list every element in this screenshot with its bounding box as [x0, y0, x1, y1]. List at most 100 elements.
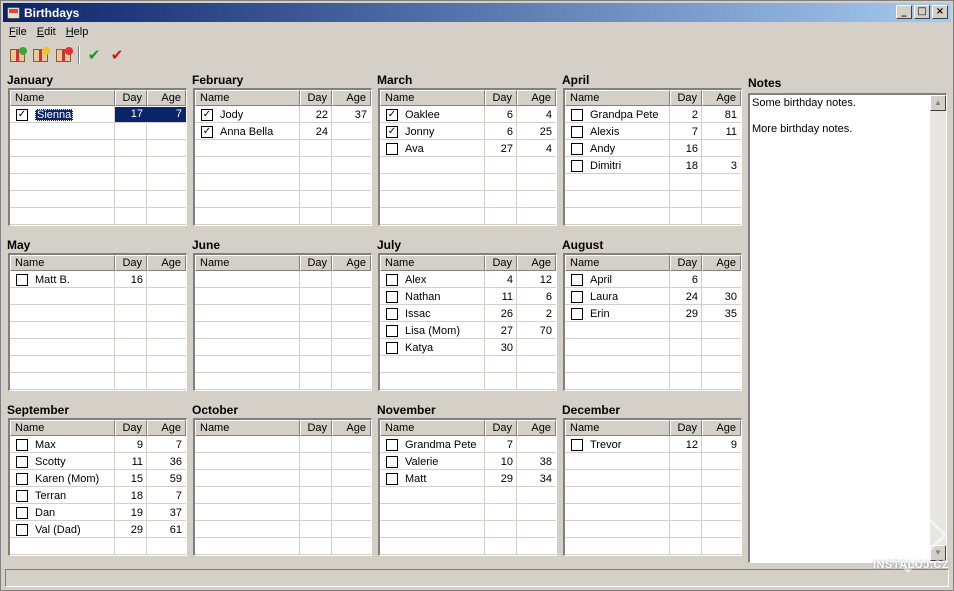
column-header-name[interactable]: Name	[195, 420, 300, 436]
greeting-sent-checkbox[interactable]	[386, 472, 398, 485]
list-item[interactable]: ✓ Sienna 17 7	[10, 106, 186, 123]
greeting-sent-checkbox[interactable]	[16, 489, 28, 502]
birthday-list[interactable]: Name Day Age	[193, 253, 372, 391]
column-header-age[interactable]: Age	[702, 255, 741, 271]
list-item[interactable]: Grandpa Pete 2 81	[565, 106, 741, 123]
birthday-list[interactable]: Name Day Age	[193, 418, 372, 556]
list-item[interactable]: Issac 26 2	[380, 305, 556, 322]
column-header-name[interactable]: Name	[565, 255, 670, 271]
column-header-name[interactable]: Name	[565, 90, 670, 106]
column-header-name[interactable]: Name	[380, 90, 485, 106]
menu-file[interactable]: File	[5, 25, 33, 42]
list-item[interactable]: Laura 24 30	[565, 288, 741, 305]
list-item[interactable]: Val (Dad) 29 61	[10, 521, 186, 538]
list-item[interactable]: Matt 29 34	[380, 470, 556, 487]
greeting-sent-checkbox[interactable]: ✓	[386, 108, 398, 121]
column-header-day[interactable]: Day	[485, 420, 517, 436]
list-item[interactable]: Nathan 11 6	[380, 288, 556, 305]
column-header-day[interactable]: Day	[300, 255, 332, 271]
list-item[interactable]: Matt B. 16	[10, 271, 186, 288]
column-header-day[interactable]: Day	[300, 90, 332, 106]
column-header-age[interactable]: Age	[517, 90, 556, 106]
minimize-button[interactable]: _	[896, 5, 912, 19]
birthday-list[interactable]: Name Day Age Alex 4 12 Nathan 11 6 Issac 26 2 Lisa (…	[378, 253, 557, 391]
title-bar[interactable]: Birthdays _ □ ×	[3, 3, 951, 22]
greeting-sent-checkbox[interactable]	[571, 307, 583, 320]
list-item[interactable]: Dan 19 37	[10, 504, 186, 521]
greeting-sent-checkbox[interactable]	[571, 159, 583, 172]
list-item[interactable]: Dimitri 18 3	[565, 157, 741, 174]
column-header-day[interactable]: Day	[670, 420, 702, 436]
birthday-list[interactable]: Name Day Age ✓ Oaklee 6 4 ✓ Jonny 6 25 Ava 27 4	[378, 88, 557, 226]
column-header-age[interactable]: Age	[332, 255, 371, 271]
greeting-sent-checkbox[interactable]	[571, 290, 583, 303]
greeting-sent-checkbox[interactable]	[386, 324, 398, 337]
notes-textarea[interactable]: Some birthday notes. More birthday notes…	[748, 93, 947, 563]
column-header-day[interactable]: Day	[485, 90, 517, 106]
column-header-day[interactable]: Day	[115, 255, 147, 271]
greeting-sent-checkbox[interactable]	[571, 125, 583, 138]
maximize-button[interactable]: □	[914, 5, 930, 19]
menu-help[interactable]: Help	[62, 25, 95, 42]
greeting-sent-checkbox[interactable]: ✓	[201, 125, 213, 138]
list-item[interactable]: ✓ Jonny 6 25	[380, 123, 556, 140]
greeting-sent-checkbox[interactable]	[386, 438, 398, 451]
list-item[interactable]: Trevor 12 9	[565, 436, 741, 453]
list-item[interactable]: Karen (Mom) 15 59	[10, 470, 186, 487]
column-header-name[interactable]: Name	[195, 90, 300, 106]
list-item[interactable]: Erin 29 35	[565, 305, 741, 322]
greeting-sent-checkbox[interactable]	[16, 273, 28, 286]
column-header-age[interactable]: Age	[702, 90, 741, 106]
greeting-sent-checkbox[interactable]	[386, 341, 398, 354]
delete-birthday-button[interactable]	[53, 46, 73, 64]
column-header-day[interactable]: Day	[115, 420, 147, 436]
column-header-name[interactable]: Name	[380, 255, 485, 271]
greeting-sent-checkbox[interactable]	[386, 290, 398, 303]
list-item[interactable]: Alex 4 12	[380, 271, 556, 288]
greeting-sent-checkbox[interactable]: ✓	[201, 108, 213, 121]
notes-scrollbar[interactable]: ▲ ▼	[930, 95, 946, 561]
column-header-day[interactable]: Day	[485, 255, 517, 271]
birthday-list[interactable]: Name Day Age Grandpa Pete 2 81 Alexis 7 11 Andy 16…	[563, 88, 742, 226]
greeting-sent-checkbox[interactable]	[386, 307, 398, 320]
check-red-button[interactable]: ✔	[107, 46, 127, 64]
birthday-list[interactable]: Name Day Age Trevor 12 9	[563, 418, 742, 556]
list-item[interactable]: Ava 27 4	[380, 140, 556, 157]
greeting-sent-checkbox[interactable]	[571, 142, 583, 155]
list-item[interactable]: Terran 18 7	[10, 487, 186, 504]
scroll-up-button[interactable]: ▲	[930, 95, 946, 111]
column-header-age[interactable]: Age	[517, 255, 556, 271]
column-header-age[interactable]: Age	[702, 420, 741, 436]
birthday-list[interactable]: Name Day Age ✓ Sienna 17 7	[8, 88, 187, 226]
list-item[interactable]: Valerie 10 38	[380, 453, 556, 470]
list-item[interactable]: ✓ Oaklee 6 4	[380, 106, 556, 123]
birthday-list[interactable]: Name Day Age Matt B. 16	[8, 253, 187, 391]
column-header-age[interactable]: Age	[332, 90, 371, 106]
column-header-name[interactable]: Name	[380, 420, 485, 436]
birthday-list[interactable]: Name Day Age April 6 Laura 24 30 Erin 29 35	[563, 253, 742, 391]
list-item[interactable]: Lisa (Mom) 27 70	[380, 322, 556, 339]
birthday-list[interactable]: Name Day Age Grandma Pete 7 Valerie 10 38 Matt 29…	[378, 418, 557, 556]
list-item[interactable]: Grandma Pete 7	[380, 436, 556, 453]
birthday-list[interactable]: Name Day Age ✓ Jody 22 37 ✓ Anna Bella 24	[193, 88, 372, 226]
greeting-sent-checkbox[interactable]: ✓	[386, 125, 398, 138]
edit-birthday-button[interactable]	[30, 46, 50, 64]
list-item[interactable]: Andy 16	[565, 140, 741, 157]
greeting-sent-checkbox[interactable]	[16, 472, 28, 485]
greeting-sent-checkbox[interactable]	[571, 108, 583, 121]
list-item[interactable]: April 6	[565, 271, 741, 288]
column-header-name[interactable]: Name	[10, 420, 115, 436]
column-header-day[interactable]: Day	[670, 90, 702, 106]
greeting-sent-checkbox[interactable]	[16, 506, 28, 519]
column-header-day[interactable]: Day	[670, 255, 702, 271]
column-header-name[interactable]: Name	[195, 255, 300, 271]
greeting-sent-checkbox[interactable]	[386, 455, 398, 468]
greeting-sent-checkbox[interactable]	[386, 273, 398, 286]
column-header-day[interactable]: Day	[300, 420, 332, 436]
column-header-age[interactable]: Age	[332, 420, 371, 436]
list-item[interactable]: Scotty 11 36	[10, 453, 186, 470]
menu-edit[interactable]: Edit	[33, 25, 62, 42]
column-header-age[interactable]: Age	[147, 255, 186, 271]
add-birthday-button[interactable]	[7, 46, 27, 64]
column-header-day[interactable]: Day	[115, 90, 147, 106]
